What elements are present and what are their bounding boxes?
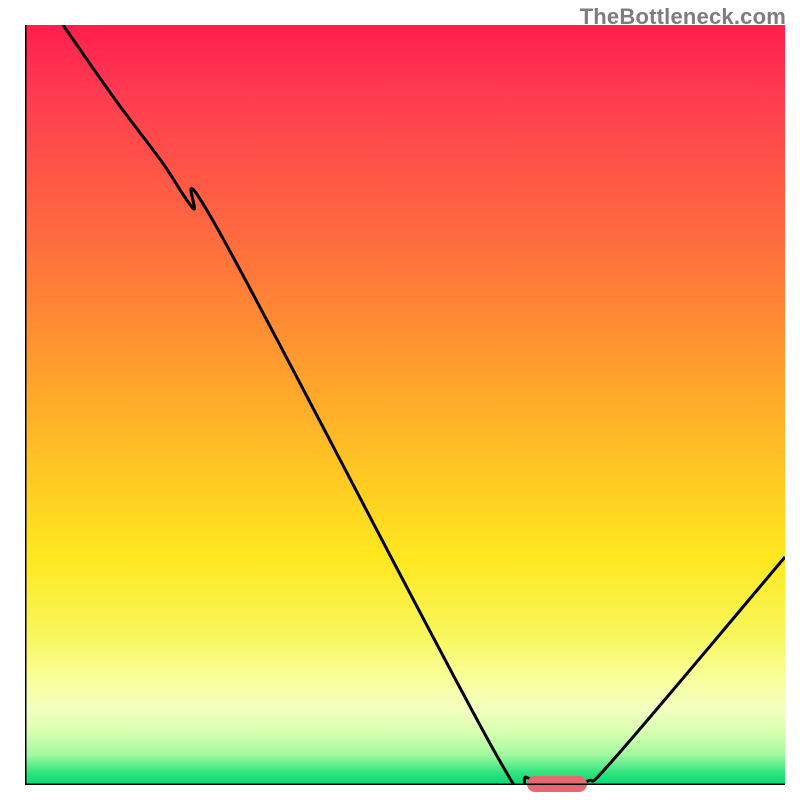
bottleneck-curve [63,25,785,785]
chart-container: TheBottleneck.com [0,0,800,800]
plot-area [25,25,785,785]
optimal-range-marker [527,776,588,792]
curve-layer [25,25,785,785]
